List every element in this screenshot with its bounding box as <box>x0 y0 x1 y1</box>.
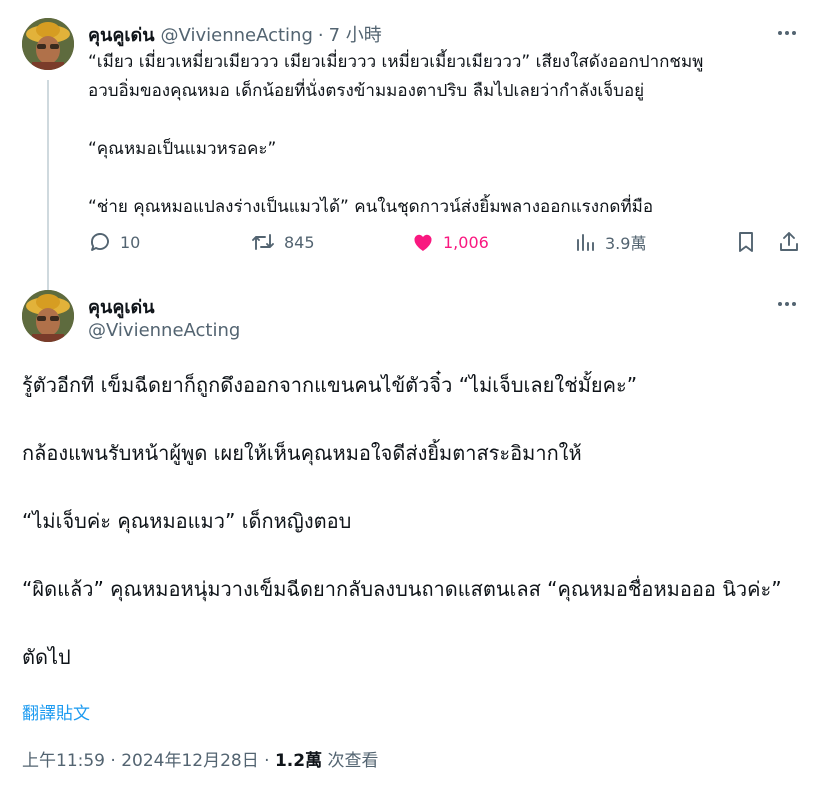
tweet-view-count: 1.2萬 <box>274 751 323 771</box>
author-name[interactable]: คุนคูเด่น <box>88 20 155 49</box>
like-button[interactable]: 1,006 <box>411 230 489 254</box>
more-icon[interactable] <box>778 302 796 306</box>
tweet-meta: 上午11:59 · 2024年12月28日 · 1.2萬 次查看 <box>22 746 378 771</box>
tweet-paragraph: ตัดไป <box>22 645 71 669</box>
share-button[interactable] <box>778 230 800 254</box>
parent-tweet-header: คุนคูเด่น @VivienneActing · 7 小時 <box>88 20 382 49</box>
like-count: 1,006 <box>443 232 489 252</box>
action-bar: 10 845 1,006 3.9萬 <box>88 230 803 260</box>
retweet-count: 845 <box>284 232 315 252</box>
thread-line <box>47 80 49 290</box>
tweet-paragraph: “คุณหมอเป็นแมวหรอคะ” <box>88 139 277 159</box>
tweet-paragraph: “ผิดแล้ว” คุณหมอหนุ่มวางเข็มฉีดยากลับลงบ… <box>22 577 782 601</box>
tweet-paragraph: รู้ตัวอีกที เข็มฉีดยาก็ถูกดึงออกจากแขนคน… <box>22 373 638 397</box>
tweet-paragraph: “ไม่เจ็บค่ะ คุณหมอแมว” เด็กหญิงตอบ <box>22 509 352 533</box>
reply-button[interactable]: 10 <box>88 230 140 254</box>
main-tweet-author: คุนคูเด่น <box>88 292 155 321</box>
retweet-button[interactable]: 845 <box>250 230 315 254</box>
reply-icon <box>91 233 109 251</box>
author-handle[interactable]: @VivienneActing <box>88 320 240 341</box>
tweet-view-label: 次查看 <box>327 751 379 771</box>
bookmark-icon <box>739 232 753 252</box>
views-icon <box>577 234 594 251</box>
tweet-paragraph: “เมียว เมี่ยวเหมี่ยวเมียววว เมียวเมี่ยวว… <box>88 52 704 72</box>
separator: · <box>264 751 270 771</box>
views-button[interactable]: 3.9萬 <box>575 230 646 254</box>
view-count: 3.9萬 <box>605 234 647 253</box>
author-name[interactable]: คุนคูเด่น <box>88 292 155 321</box>
tweet-paragraph: กล้องแพนรับหน้าผู้พูด เผยให้เห็นคุณหมอใจ… <box>22 441 582 465</box>
bookmark-button[interactable] <box>735 230 757 254</box>
parent-tweet-text: “เมียว เมี่ยวเหมี่ยวเมียววว เมียวเมี่ยวว… <box>88 48 800 251</box>
main-tweet-text: รู้ตัวอีกที เข็มฉีดยาก็ถูกดึงออกจากแขนคน… <box>22 368 807 674</box>
avatar[interactable] <box>22 290 74 342</box>
separator: · <box>317 25 324 46</box>
tweet-time[interactable]: 7 小時 <box>329 21 382 47</box>
tweet-paragraph: อวบอิ่มของคุณหมอ เด็กน้อยที่นั่งตรงข้ามม… <box>88 81 645 101</box>
translate-link[interactable]: 翻譯貼文 <box>22 699 90 724</box>
like-icon <box>414 234 432 251</box>
share-icon <box>780 232 798 251</box>
main-tweet-handle-row: @VivienneActing <box>82 320 240 341</box>
more-icon[interactable] <box>778 31 796 35</box>
avatar[interactable] <box>22 18 74 70</box>
reply-count: 10 <box>120 232 141 252</box>
tweet-paragraph: “ช่าย คุณหมอแปลงร่างเป็นแมวได้” คนในชุดก… <box>88 197 654 217</box>
author-handle[interactable]: @VivienneActing <box>161 25 313 46</box>
retweet-icon <box>252 234 274 250</box>
tweet-timestamp[interactable]: 上午11:59 · 2024年12月28日 <box>22 751 259 771</box>
